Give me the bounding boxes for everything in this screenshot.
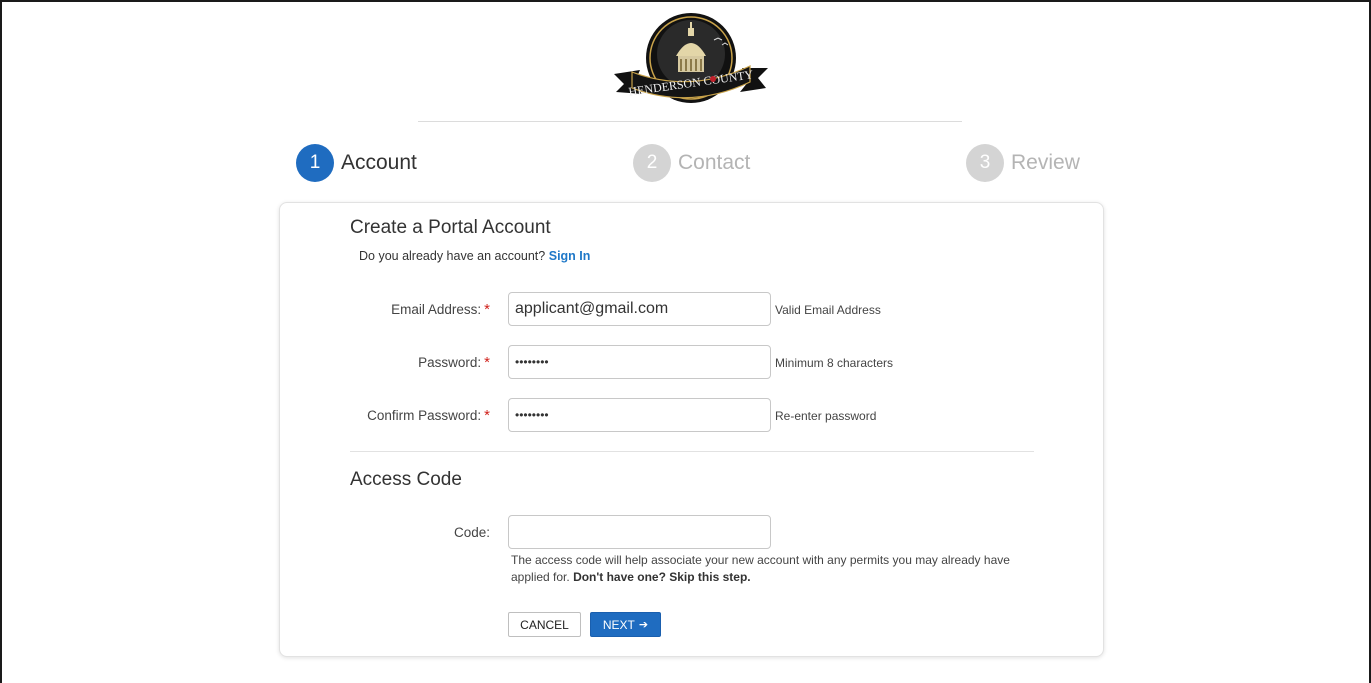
- step-account: 1 Account: [296, 143, 417, 183]
- access-code-help: The access code will help associate your…: [511, 552, 1041, 586]
- next-button-label: NEXT: [602, 617, 635, 632]
- cancel-button[interactable]: CANCEL: [508, 612, 581, 637]
- email-label: Email Address: *: [330, 301, 490, 318]
- code-label: Code:: [453, 525, 490, 540]
- step-contact: 2 Contact: [633, 143, 750, 183]
- email-field[interactable]: applicant@gmail.com: [508, 292, 771, 326]
- signin-link[interactable]: Sign In: [549, 249, 591, 263]
- step-label: Review: [1011, 151, 1080, 174]
- password-label: Password: *: [330, 354, 490, 371]
- section-divider: [350, 451, 1034, 452]
- step-label: Contact: [678, 151, 751, 174]
- confirm-password-label: Confirm Password: *: [330, 407, 490, 424]
- required-marker: *: [484, 301, 490, 318]
- access-code-title: Access Code: [350, 469, 462, 490]
- password-hint: Minimum 8 characters: [775, 356, 894, 370]
- arrow-right-icon: ➔: [638, 619, 649, 631]
- signin-prompt-text: Do you already have an account?: [359, 249, 546, 263]
- access-code-field[interactable]: [508, 515, 771, 549]
- step-label: Account: [341, 151, 417, 174]
- password-field[interactable]: ••••••••: [508, 345, 771, 379]
- confirm-password-hint: Re-enter password: [775, 409, 877, 423]
- card-title: Create a Portal Account: [350, 217, 551, 238]
- step-number: 1: [296, 144, 334, 182]
- confirm-password-field[interactable]: ••••••••: [508, 398, 771, 432]
- county-seal-logo: HENDERSON COUNTY: [614, 13, 768, 103]
- header-divider: [418, 121, 962, 122]
- required-marker: *: [484, 354, 490, 371]
- step-review: 3 Review: [966, 143, 1080, 183]
- email-label-text: Email Address:: [391, 302, 482, 317]
- password-label-text: Password:: [418, 355, 482, 370]
- signin-prompt: Do you already have an account? Sign In: [359, 249, 590, 263]
- next-button[interactable]: NEXT ➔: [590, 612, 661, 637]
- skip-step-text: Don't have one? Skip this step.: [573, 570, 751, 584]
- confirm-password-label-text: Confirm Password:: [367, 408, 482, 423]
- registration-card: Create a Portal Account Do you already h…: [279, 202, 1104, 657]
- required-marker: *: [484, 407, 490, 424]
- email-hint: Valid Email Address: [775, 303, 881, 317]
- step-number: 3: [966, 144, 1004, 182]
- step-number: 2: [633, 144, 671, 182]
